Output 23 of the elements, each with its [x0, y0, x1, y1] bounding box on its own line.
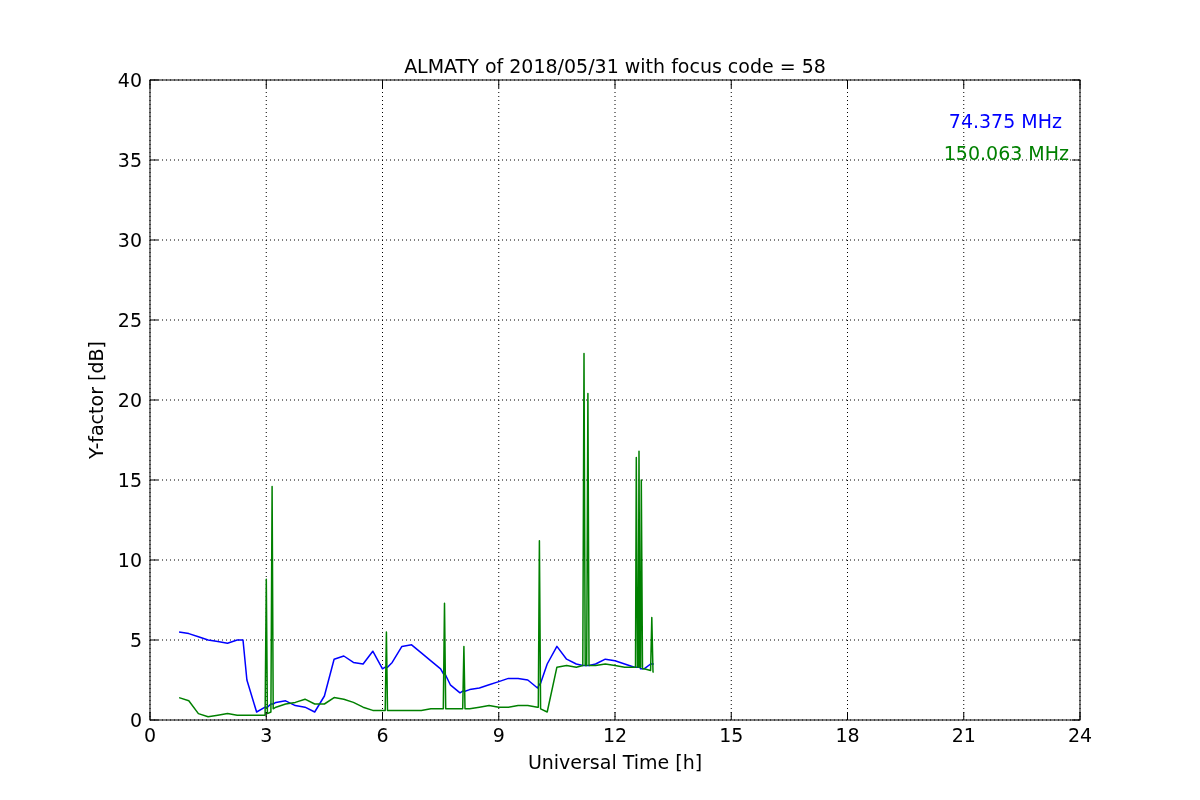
x-tick-label: 18: [835, 724, 860, 746]
x-tick-label: 9: [492, 724, 505, 746]
x-tick-label: 12: [602, 724, 628, 746]
x-tick-label: 15: [719, 724, 744, 746]
y-tick-label: 40: [117, 69, 142, 91]
x-tick-label: 21: [951, 724, 976, 746]
y-axis-label: Y-factor [dB]: [85, 341, 107, 459]
x-axis-label: Universal Time [h]: [527, 751, 703, 773]
y-tick-label: 15: [117, 469, 142, 491]
y-tick-label: 5: [129, 629, 142, 651]
x-tick-label: 6: [376, 724, 389, 746]
x-tick-label: 0: [143, 724, 157, 746]
y-tick-label: 25: [117, 309, 142, 331]
y-tick-label: 35: [117, 149, 142, 171]
y-tick-label: 10: [117, 549, 142, 571]
x-tick-label: 24: [1067, 724, 1093, 746]
chart-title: ALMATY of 2018/05/31 with focus code = 58: [404, 55, 826, 77]
y-tick-label: 0: [129, 709, 142, 731]
x-tick-label: 3: [260, 724, 273, 746]
legend-label: 150.063 MHz: [943, 142, 1069, 164]
y-tick-label: 30: [117, 229, 142, 251]
y-tick-label: 20: [117, 389, 142, 411]
legend-label: 74.375 MHz: [948, 110, 1062, 132]
